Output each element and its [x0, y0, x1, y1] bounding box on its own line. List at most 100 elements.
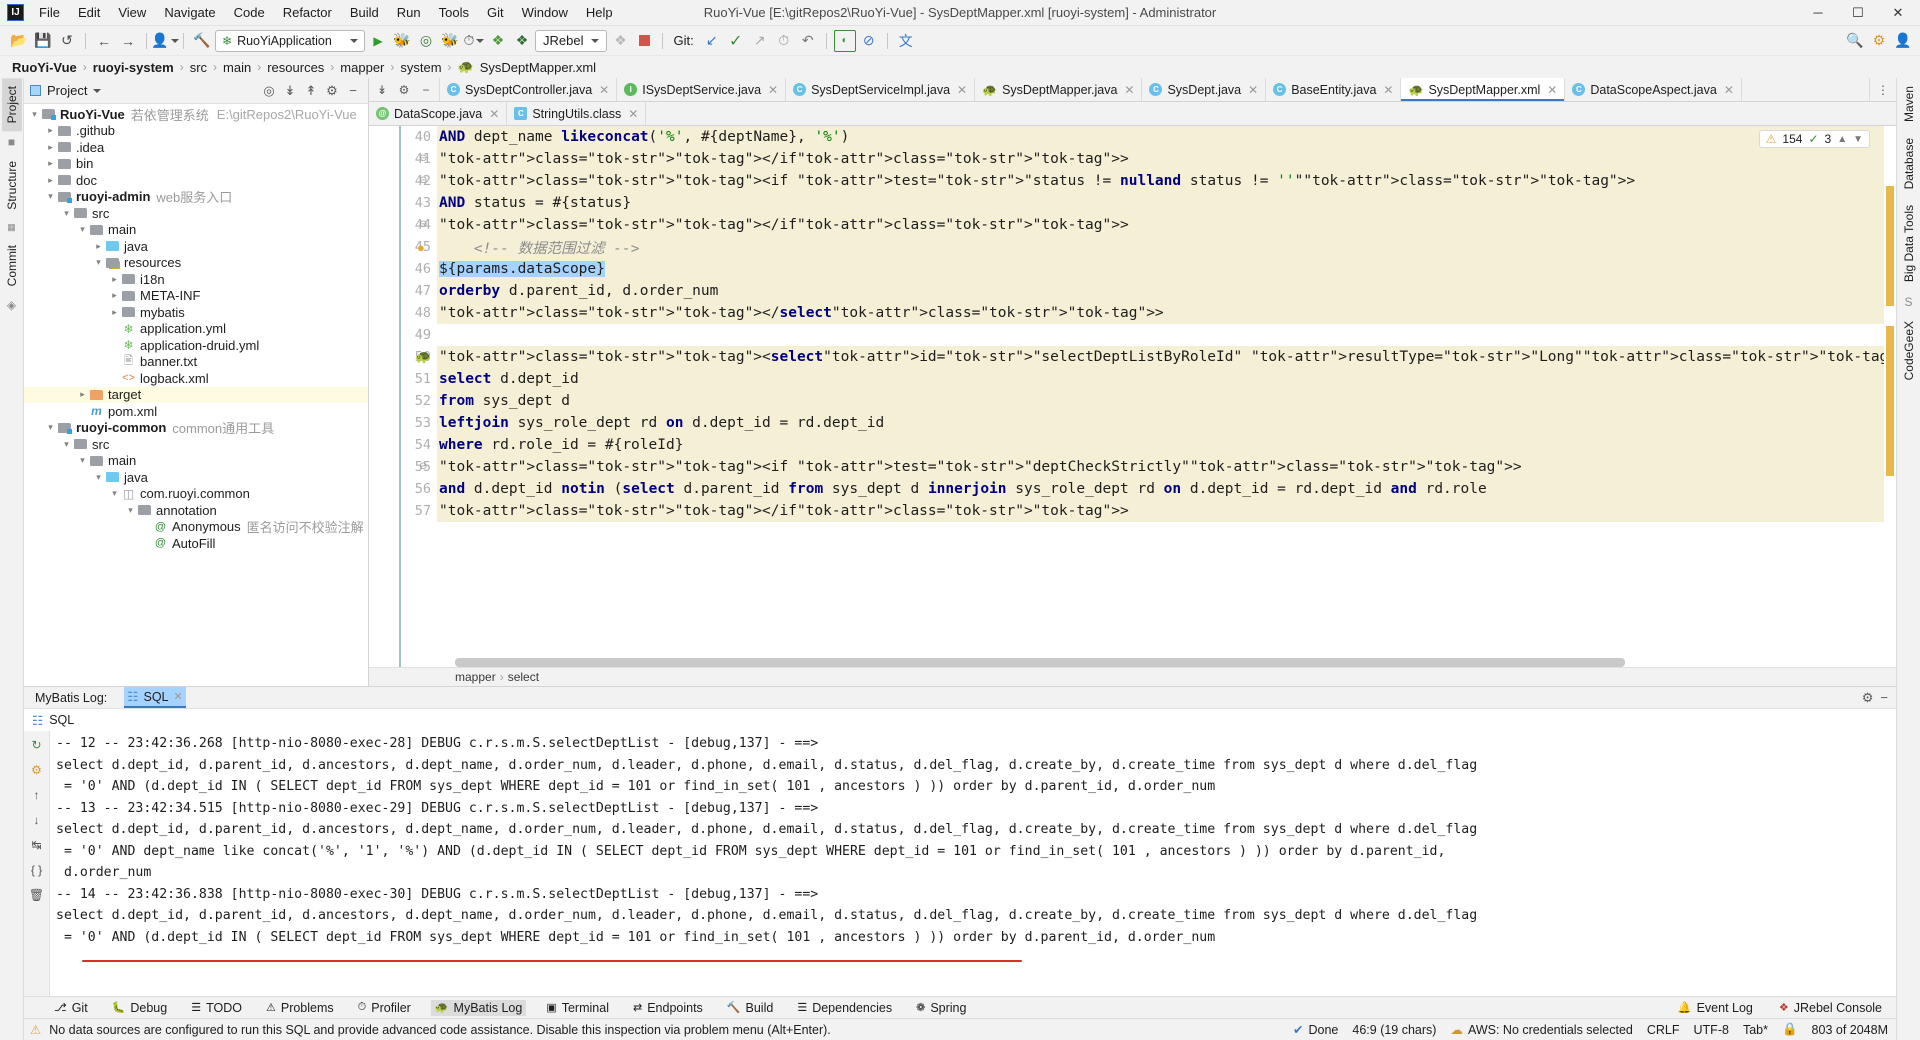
- status-tab-terminal[interactable]: ▣ Terminal: [542, 1000, 613, 1016]
- code-line-42[interactable]: "tok-attr" >class= "tok-str" >"tok-tag"><if…: [437, 170, 1896, 192]
- gutter-line-51[interactable]: 51: [369, 368, 437, 390]
- gutter-line-40[interactable]: 40: [369, 126, 437, 148]
- commit-icon[interactable]: ✓: [725, 30, 747, 52]
- tree-expand-arrow[interactable]: ▾: [92, 472, 105, 483]
- menu-code[interactable]: Code: [225, 2, 274, 23]
- expand-all-icon[interactable]: ↡: [281, 82, 299, 100]
- more-tabs-icon[interactable]: ⋮: [1869, 78, 1896, 101]
- tree-expand-arrow[interactable]: ▸: [44, 175, 57, 186]
- breadcrumb-item-6[interactable]: system: [396, 60, 445, 75]
- tree-node--idea[interactable]: ▸ .idea: [24, 139, 368, 156]
- breadcrumb-item-1[interactable]: ruoyi-system: [89, 60, 178, 75]
- forward-arrow-icon[interactable]: →: [117, 30, 139, 52]
- run-with-coverage-icon[interactable]: ◎: [415, 30, 437, 52]
- rerun-icon[interactable]: ↻: [27, 735, 47, 755]
- menu-navigate[interactable]: Navigate: [155, 2, 224, 23]
- fold-marker-icon[interactable]: ⊖: [419, 153, 427, 164]
- code-line-56[interactable]: and d.dept_id not in (select d.parent_id…: [437, 478, 1896, 500]
- status-tab-dependencies[interactable]: ☰ Dependencies: [793, 1000, 896, 1016]
- tree-node--github[interactable]: ▸ .github: [24, 123, 368, 140]
- gear-icon[interactable]: ⚙: [1862, 690, 1874, 706]
- tree-expand-arrow[interactable]: ▸: [76, 406, 89, 417]
- run-icon[interactable]: ▶: [367, 30, 389, 52]
- grid-icon[interactable]: ▦: [7, 218, 16, 237]
- no-entry-icon[interactable]: ⊘: [858, 30, 880, 52]
- menu-git[interactable]: Git: [478, 2, 513, 23]
- code-line-45[interactable]: <!-- 数据范围过滤 -->: [437, 236, 1896, 258]
- menu-refactor[interactable]: Refactor: [274, 2, 341, 23]
- chevron-down-icon[interactable]: [93, 88, 102, 93]
- sql-console-output[interactable]: -- 12 -- 23:42:36.268 [http-nio-8080-exe…: [50, 731, 1880, 996]
- tree-node-bin[interactable]: ▸ bin: [24, 156, 368, 173]
- tool-tab-structure[interactable]: Structure: [2, 153, 22, 218]
- menu-tools[interactable]: Tools: [430, 2, 478, 23]
- editor-breadcrumb-item-1[interactable]: select: [508, 670, 539, 684]
- gutter-line-47[interactable]: 47: [369, 280, 437, 302]
- soft-wrap-icon[interactable]: ↹: [27, 835, 47, 855]
- status-tab-spring[interactable]: ❁ Spring: [912, 1000, 970, 1016]
- gutter-line-43[interactable]: 43: [369, 192, 437, 214]
- translate-icon[interactable]: 文: [895, 30, 917, 52]
- tree-expand-arrow[interactable]: ▸: [44, 125, 57, 136]
- tree-node-banner-txt[interactable]: ▸🖹 banner.txt: [24, 354, 368, 371]
- tree-node-src[interactable]: ▾ src: [24, 205, 368, 222]
- indent-setting[interactable]: Tab*: [1743, 1023, 1768, 1037]
- push-icon[interactable]: ↗: [749, 30, 771, 52]
- menu-window[interactable]: Window: [513, 2, 577, 23]
- editor-horizontal-scrollbar[interactable]: [455, 658, 1882, 667]
- close-icon[interactable]: ✕: [768, 83, 778, 97]
- tree-node-main[interactable]: ▾ main: [24, 222, 368, 239]
- tree-expand-arrow[interactable]: ▸: [76, 389, 89, 400]
- jrebel-debug-icon[interactable]: ❖: [511, 30, 533, 52]
- editor-scrollbar[interactable]: [1884, 126, 1896, 667]
- s-icon[interactable]: S: [1904, 291, 1912, 313]
- status-tab-build[interactable]: 🔨 Build: [723, 1000, 778, 1016]
- project-tree[interactable]: ▾ RuoYi-Vue 若依管理系统 E:\gitRepos2\RuoYi-Vue ▸.…: [24, 104, 368, 686]
- tree-node-i18n[interactable]: ▸ i18n: [24, 271, 368, 288]
- gutter-line-52[interactable]: 52: [369, 390, 437, 412]
- rollback-icon[interactable]: ↶: [797, 30, 819, 52]
- minimize-button[interactable]: ─: [1798, 0, 1838, 26]
- line-separator[interactable]: CRLF: [1647, 1023, 1680, 1037]
- locate-icon[interactable]: ◎: [260, 82, 278, 100]
- tree-node-doc[interactable]: ▸ doc: [24, 172, 368, 189]
- close-icon[interactable]: ✕: [957, 83, 967, 97]
- tree-expand-arrow[interactable]: ▾: [60, 208, 73, 219]
- tool-tab-database[interactable]: Database: [1899, 130, 1919, 197]
- status-tab-endpoints[interactable]: ⇄ Endpoints: [629, 1000, 707, 1016]
- history-icon[interactable]: ⏱: [773, 30, 795, 52]
- save-icon[interactable]: 💾: [32, 30, 54, 52]
- tool-tab-commit[interactable]: Commit: [2, 237, 22, 294]
- stop-icon[interactable]: [633, 30, 655, 52]
- profiler-icon[interactable]: 🐝: [439, 30, 461, 52]
- menu-build[interactable]: Build: [341, 2, 388, 23]
- breadcrumb-item-2[interactable]: src: [186, 60, 211, 75]
- breadcrumb-item-4[interactable]: resources: [263, 60, 328, 75]
- commit-small-icon[interactable]: ◈: [7, 294, 16, 316]
- fold-marker-icon[interactable]: ⊖: [419, 461, 427, 472]
- console-scrollbar[interactable]: [1880, 731, 1896, 996]
- tree-expand-arrow[interactable]: ▸: [108, 323, 121, 334]
- close-icon[interactable]: ✕: [1248, 83, 1258, 97]
- editor-tab-datascopeaspect-java[interactable]: C DataScopeAspect.java ✕: [1565, 78, 1742, 101]
- breadcrumb-item-0[interactable]: RuoYi-Vue: [8, 60, 81, 75]
- code-line-55[interactable]: "tok-attr" >class= "tok-str" >"tok-tag"><if…: [437, 456, 1896, 478]
- tree-node-src[interactable]: ▾ src: [24, 436, 368, 453]
- tree-node-logback-xml[interactable]: ▸<> logback.xml: [24, 370, 368, 387]
- hide-icon[interactable]: −: [417, 81, 435, 99]
- tree-node-application-druid-yml[interactable]: ▸❄ application-druid.yml: [24, 337, 368, 354]
- editor-tab-sysdeptcontroller-java[interactable]: C SysDeptController.java ✕: [440, 78, 618, 101]
- gutter-line-46[interactable]: 46: [369, 258, 437, 280]
- collapse-icon[interactable]: ↡: [373, 81, 391, 99]
- tree-node-annotation[interactable]: ▾ annotation: [24, 502, 368, 519]
- tree-node-resources[interactable]: ▾ resources: [24, 255, 368, 272]
- tree-expand-arrow[interactable]: ▾: [124, 505, 137, 516]
- mybatis-statement-icon[interactable]: 🐢: [415, 349, 431, 365]
- editor-tab-sysdept-java[interactable]: C SysDept.java ✕: [1142, 78, 1267, 101]
- sync-icon[interactable]: ↺: [56, 30, 78, 52]
- tree-expand-arrow[interactable]: ▾: [28, 109, 41, 120]
- code-line-40[interactable]: AND dept_name like concat('%', #{deptNam…: [437, 126, 1896, 148]
- gear-icon[interactable]: ⚙: [27, 760, 47, 780]
- tree-expand-arrow[interactable]: ▸: [108, 274, 121, 285]
- tree-node-meta-inf[interactable]: ▸ META-INF: [24, 288, 368, 305]
